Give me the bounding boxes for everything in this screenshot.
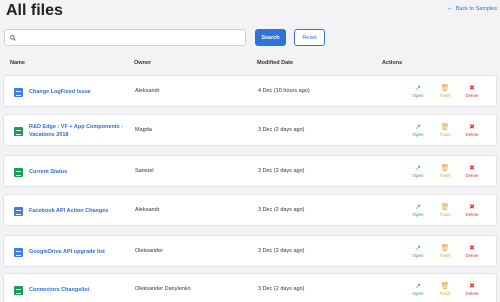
file-name-link[interactable]: Change LogFixed Issue [29, 88, 139, 96]
open-label: Open [412, 212, 424, 217]
trash-label: Trash [439, 93, 451, 98]
open-label: Open [412, 173, 424, 178]
search-button[interactable]: Search [255, 29, 286, 46]
file-owner: Oleksander Danylenko [135, 286, 191, 292]
open-button[interactable]: ↗ Open [408, 245, 428, 259]
page-title: All files [6, 2, 63, 19]
file-modified-date: 3 Dec (2 days ago) [258, 286, 305, 292]
file-name-link[interactable]: Connectors Changelist [29, 286, 139, 294]
sheet-icon [14, 286, 23, 295]
file-modified-date: 3 Dec (2 days ago) [258, 168, 305, 174]
file-owner: Oleksander [135, 248, 164, 254]
file-owner: Magda [135, 127, 152, 133]
file-modified-date: 4 Dec (10 hours ago) [258, 88, 310, 94]
doc-icon [14, 248, 23, 257]
trash-button[interactable]: 🗑 Trash [435, 204, 455, 218]
file-owner: Aleksandr [135, 207, 160, 213]
search-icon [10, 35, 16, 41]
reset-button[interactable]: Reset [294, 29, 325, 46]
file-modified-date: 3 Dec (2 days ago) [258, 207, 305, 213]
close-icon: ✖ [469, 245, 475, 252]
delete-label: Delete [465, 173, 479, 178]
doc-icon [14, 88, 23, 97]
open-button[interactable]: ↗ Open [408, 124, 428, 138]
sheet-icon [14, 168, 23, 177]
file-name-link[interactable]: Facebook API Action Changes [29, 207, 139, 215]
sheet-icon [14, 127, 23, 136]
trash-button[interactable]: 🗑 Trash [435, 245, 455, 259]
open-button[interactable]: ↗ Open [408, 283, 428, 297]
close-icon: ✖ [469, 204, 475, 211]
trash-icon: 🗑 [440, 245, 450, 252]
close-icon: ✖ [469, 124, 475, 131]
trash-button[interactable]: 🗑 Trash [435, 124, 455, 138]
open-button[interactable]: ↗ Open [408, 85, 428, 99]
delete-button[interactable]: ✖ Delete [462, 124, 482, 138]
external-link-icon: ↗ [415, 165, 421, 172]
open-button[interactable]: ↗ Open [408, 165, 428, 179]
delete-label: Delete [465, 93, 479, 98]
delete-label: Delete [465, 212, 479, 217]
external-link-icon: ↗ [415, 283, 421, 290]
trash-label: Trash [439, 132, 451, 137]
close-icon: ✖ [469, 85, 475, 92]
external-link-icon: ↗ [415, 85, 421, 92]
trash-button[interactable]: 🗑 Trash [435, 283, 455, 297]
trash-icon: 🗑 [440, 124, 450, 131]
open-button[interactable]: ↗ Open [408, 204, 428, 218]
trash-icon: 🗑 [440, 204, 450, 211]
delete-button[interactable]: ✖ Delete [462, 85, 482, 99]
doc-icon [14, 207, 23, 216]
trash-button[interactable]: 🗑 Trash [435, 165, 455, 179]
open-label: Open [412, 93, 424, 98]
close-icon: ✖ [469, 165, 475, 172]
file-name-link[interactable]: GoogleDrive API upgrade list [29, 248, 139, 256]
column-header-actions: Actions [382, 60, 403, 66]
file-row: R&D Edge : VF + App Components - Vacatio… [3, 114, 497, 146]
open-label: Open [412, 132, 424, 137]
delete-button[interactable]: ✖ Delete [462, 283, 482, 297]
trash-icon: 🗑 [440, 165, 450, 172]
file-owner: Samuel [135, 168, 154, 174]
external-link-icon: ↗ [415, 124, 421, 131]
file-modified-date: 3 Dec (2 days ago) [258, 248, 305, 254]
delete-button[interactable]: ✖ Delete [462, 204, 482, 218]
back-to-samples-link[interactable]: ← Back to Samples [447, 5, 497, 12]
file-row: Change LogFixed Issue Aleksandr 4 Dec (10 … [3, 75, 497, 107]
file-row: Connectors Changelist Oleksander Danylenk… [3, 273, 497, 302]
trash-label: Trash [439, 253, 451, 258]
external-link-icon: ↗ [415, 245, 421, 252]
trash-label: Trash [439, 173, 451, 178]
file-row: Facebook API Action Changes Aleksandr 3 De… [3, 194, 497, 226]
external-link-icon: ↗ [415, 204, 421, 211]
column-header-modified: Modified Date [257, 60, 294, 66]
trash-label: Trash [439, 212, 451, 217]
file-row: Current Status Samuel 3 Dec (2 days ago) ↗ O… [3, 155, 497, 187]
delete-button[interactable]: ✖ Delete [462, 245, 482, 259]
column-header-owner: Owner [134, 60, 152, 66]
delete-label: Delete [465, 132, 479, 137]
back-link-label: Back to Samples [455, 5, 497, 12]
trash-icon: 🗑 [440, 85, 450, 92]
delete-button[interactable]: ✖ Delete [462, 165, 482, 179]
delete-label: Delete [465, 291, 479, 296]
file-name-link[interactable]: R&D Edge : VF + App Components - Vacatio… [29, 123, 139, 139]
trash-label: Trash [439, 291, 451, 296]
file-row: GoogleDrive API upgrade list Oleksander 3 … [3, 235, 497, 267]
trash-button[interactable]: 🗑 Trash [435, 85, 455, 99]
trash-icon: 🗑 [440, 283, 450, 290]
delete-label: Delete [465, 253, 479, 258]
column-header-name: Name [10, 60, 25, 66]
open-label: Open [412, 253, 424, 258]
file-name-link[interactable]: Current Status [29, 168, 139, 176]
file-modified-date: 3 Dec (2 days ago) [258, 127, 305, 133]
open-label: Open [412, 291, 424, 296]
arrow-left-icon: ← [446, 5, 454, 12]
search-input[interactable] [19, 32, 239, 43]
file-owner: Aleksandr [135, 88, 160, 94]
search-field[interactable] [4, 29, 246, 46]
close-icon: ✖ [469, 283, 475, 290]
